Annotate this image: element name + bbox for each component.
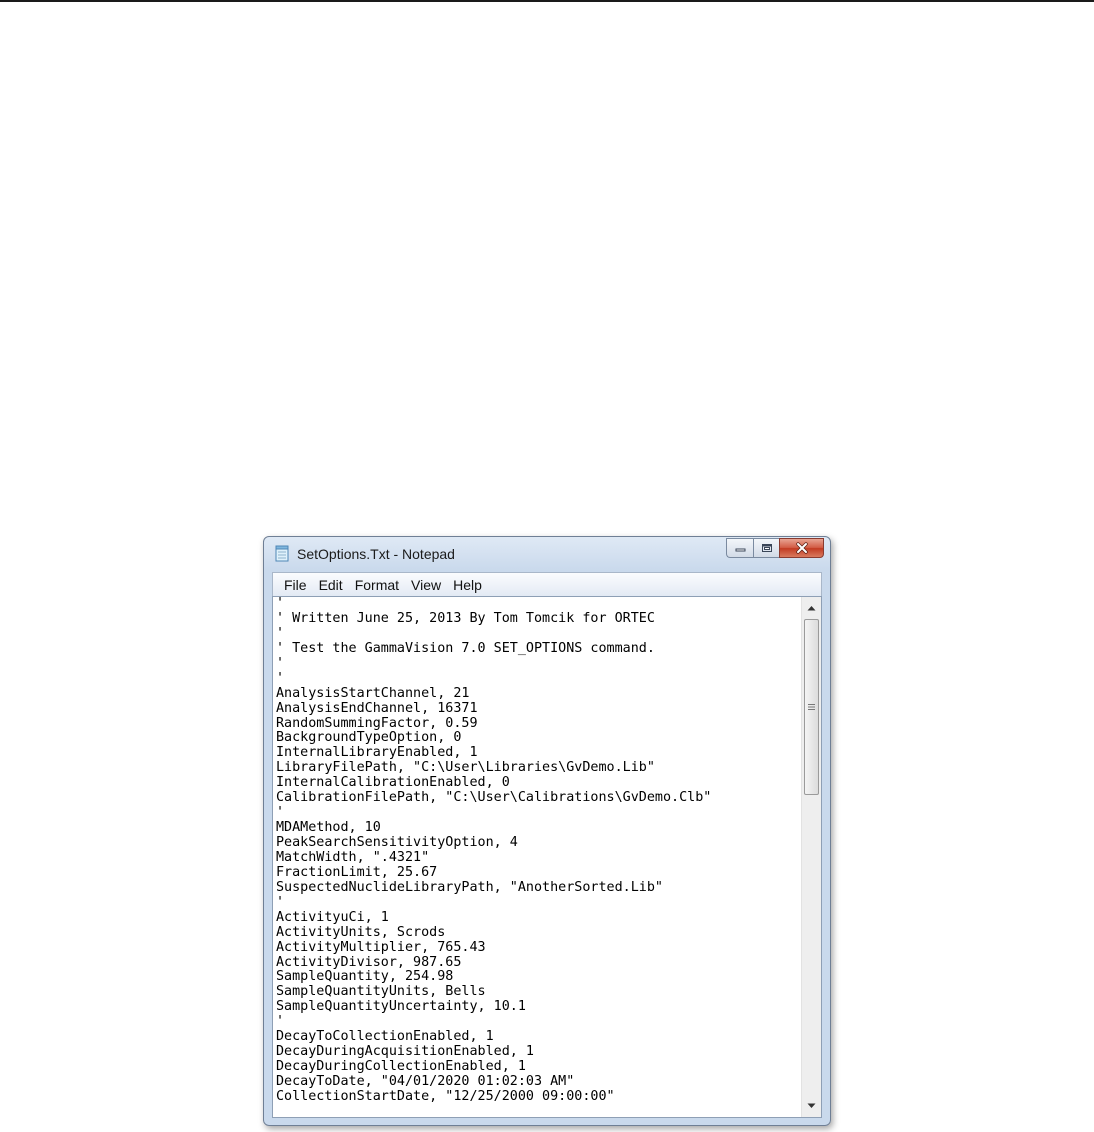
text-line: InternalLibraryEnabled, 1 [276, 745, 478, 761]
text-editor[interactable]: ' ' Written June 25, 2013 By Tom Tomcik f… [272, 596, 822, 1118]
vertical-scrollbar[interactable] [801, 597, 821, 1117]
text-line: DecayDuringAcquisitionEnabled, 1 [276, 1044, 534, 1060]
text-line: PeakSearchSensitivityOption, 4 [276, 835, 518, 850]
text-line: ' [276, 625, 285, 641]
text-line: CollectionStartDate, "12/25/2000 09:00:0… [276, 1088, 615, 1104]
text-line: SampleQuantity, 254.98 [276, 969, 454, 985]
notepad-window[interactable]: SetOptions.Txt - Notepad File Edit Forma… [263, 536, 831, 1126]
text-line: ActivityuCi, 1 [276, 909, 389, 925]
text-line: SampleQuantityUncertainty, 10.1 [276, 999, 526, 1015]
text-line: ActivityDivisor, 987.65 [276, 954, 462, 970]
text-line: ' Test the GammaVision 7.0 SET_OPTIONS c… [276, 640, 655, 656]
text-line: LibraryFilePath, "C:\User\Libraries\GvDe… [276, 760, 655, 776]
text-line: ActivityMultiplier, 765.43 [276, 939, 486, 955]
text-line: AnalysisStartChannel, 21 [276, 685, 470, 701]
text-line: ' Written June 25, 2013 By Tom Tomcik fo… [276, 610, 655, 626]
top-border-line [0, 0, 1094, 2]
menu-help[interactable]: Help [447, 574, 488, 596]
menu-bar: File Edit Format View Help [272, 572, 822, 596]
maximize-button[interactable] [753, 538, 779, 558]
text-line: DecayToDate, "04/01/2020 01:02:03 AM" [276, 1074, 575, 1089]
scroll-down-button[interactable] [802, 1097, 821, 1115]
text-content-area[interactable]: ' ' Written June 25, 2013 By Tom Tomcik f… [276, 597, 800, 1117]
text-line: BackgroundTypeOption, 0 [276, 730, 462, 746]
scroll-up-arrow-icon [807, 606, 816, 611]
text-line: MDAMethod, 10 [276, 820, 381, 836]
scroll-up-button[interactable] [802, 599, 821, 617]
menu-view[interactable]: View [405, 574, 447, 596]
text-line: ' [276, 670, 285, 686]
caption-buttons [726, 538, 824, 558]
notepad-icon [275, 545, 289, 562]
text-line: ' [276, 894, 285, 910]
text-line: DecayDuringCollectionEnabled, 1 [276, 1059, 526, 1075]
text-line: ActivityUnits, Scrods [276, 924, 446, 940]
menu-format[interactable]: Format [349, 574, 405, 596]
text-line: MatchWidth, ".4321" [276, 849, 430, 865]
minimize-icon [735, 548, 745, 552]
scroll-down-arrow-icon [807, 1103, 816, 1108]
menu-file[interactable]: File [278, 574, 313, 596]
text-line: SampleQuantityUnits, Bells [276, 984, 486, 1000]
scroll-thumb[interactable] [804, 619, 819, 795]
text-line: FractionLimit, 25.67 [276, 864, 438, 880]
text-line: InternalCalibrationEnabled, 0 [276, 775, 510, 791]
text-line: CalibrationFilePath, "C:\User\Calibratio… [276, 790, 712, 806]
menu-edit[interactable]: Edit [313, 574, 349, 596]
grip-icon [808, 704, 815, 710]
maximize-icon [761, 544, 772, 552]
close-icon [795, 542, 808, 554]
text-line: ' [276, 1014, 285, 1030]
text-line: ' [276, 805, 285, 821]
text-line: SuspectedNuclideLibraryPath, "AnotherSor… [276, 879, 663, 895]
text-line: ' [276, 597, 285, 611]
close-button[interactable] [779, 538, 824, 558]
window-title: SetOptions.Txt - Notepad [297, 546, 455, 562]
text-line: ' [276, 655, 285, 671]
text-line: AnalysisEndChannel, 16371 [276, 700, 478, 716]
title-bar[interactable]: SetOptions.Txt - Notepad [264, 537, 830, 571]
minimize-button[interactable] [726, 538, 753, 558]
text-line: DecayToCollectionEnabled, 1 [276, 1029, 494, 1045]
text-line: RandomSummingFactor, 0.59 [276, 715, 478, 731]
